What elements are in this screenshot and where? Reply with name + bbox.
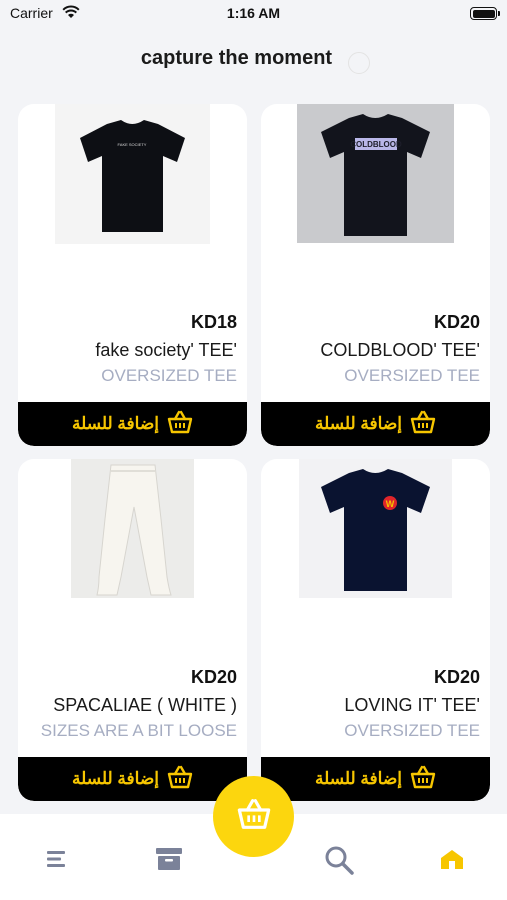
product-name: COLDBLOOD' TEE' xyxy=(320,340,480,360)
product-subtitle: SIZES ARE A BIT LOOSE xyxy=(40,721,237,740)
product-subtitle: OVERSIZED TEE xyxy=(101,366,237,385)
add-to-cart-label: إضافة للسلة xyxy=(314,769,403,788)
basket-icon xyxy=(410,410,436,439)
product-subtitle: OVERSIZED TEE xyxy=(344,721,480,740)
add-to-cart-button[interactable]: إضافة للسلة xyxy=(18,757,247,801)
product-card[interactable]: FAKE SOCIETY KD18 fake society' TEE' OVE… xyxy=(18,104,247,446)
product-image: FAKE SOCIETY xyxy=(55,104,210,244)
product-price: KD20 xyxy=(433,667,480,687)
status-bar: Carrier 1:16 AM xyxy=(0,0,507,28)
product-card[interactable]: COLDBLOOD KD20 COLDBLOOD' TEE' OVERSIZED… xyxy=(261,104,490,446)
basket-icon xyxy=(236,798,272,835)
product-card[interactable]: KD20 SPACALIAE ( WHITE ) SIZES ARE A BIT… xyxy=(18,459,247,801)
product-subtitle: OVERSIZED TEE xyxy=(344,366,480,385)
cart-fab-button[interactable] xyxy=(213,776,294,857)
add-to-cart-label: إضافة للسلة xyxy=(71,414,160,433)
page-title: capture the moment xyxy=(140,47,333,69)
tshirt-print: FAKE SOCIETY xyxy=(118,142,147,147)
clock-icon xyxy=(348,52,370,74)
product-price: KD20 xyxy=(190,667,237,687)
product-image: COLDBLOOD xyxy=(297,104,454,243)
basket-icon xyxy=(410,765,436,794)
product-image xyxy=(71,459,194,598)
add-to-cart-label: إضافة للسلة xyxy=(71,769,160,788)
home-icon[interactable] xyxy=(437,844,467,874)
basket-icon xyxy=(167,410,193,439)
product-name: LOVING IT' TEE' xyxy=(344,695,480,715)
product-price: KD20 xyxy=(433,312,480,332)
product-name: SPACALIAE ( WHITE ) xyxy=(53,695,237,715)
add-to-cart-button[interactable]: إضافة للسلة xyxy=(18,402,247,446)
add-to-cart-label: إضافة للسلة xyxy=(314,414,403,433)
product-card[interactable]: W KD20 LOVING IT' TEE' OVERSIZED TEE إضا… xyxy=(261,459,490,801)
archive-icon[interactable] xyxy=(154,844,184,874)
product-image: W xyxy=(299,459,452,598)
tshirt-print: W xyxy=(386,499,395,509)
menu-icon[interactable] xyxy=(43,844,73,874)
basket-icon xyxy=(167,765,193,794)
product-name: fake society' TEE' xyxy=(95,340,237,360)
add-to-cart-button[interactable]: إضافة للسلة xyxy=(261,757,490,801)
tshirt-print: COLDBLOOD xyxy=(350,140,402,149)
battery-icon xyxy=(470,7,500,20)
search-icon[interactable] xyxy=(323,844,354,875)
product-price: KD18 xyxy=(190,312,237,332)
add-to-cart-button[interactable]: إضافة للسلة xyxy=(261,402,490,446)
status-time: 1:16 AM xyxy=(226,5,281,21)
